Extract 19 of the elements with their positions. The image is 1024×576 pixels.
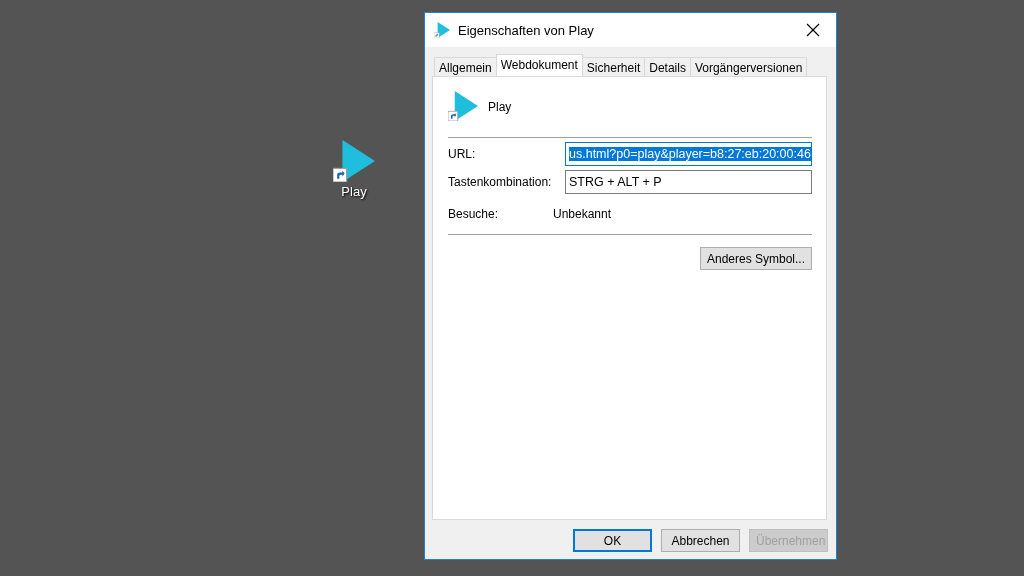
field-label: Tastenkombination: [448, 175, 553, 189]
desktop-icon-label[interactable]: Play [341, 184, 367, 199]
play-shortcut-icon [448, 91, 478, 121]
tab[interactable]: Allgemein [434, 57, 497, 76]
text-field[interactable]: us.html?p0=play&player=b8:27:eb:20:00:46 [565, 142, 812, 166]
item-name: Play [488, 100, 512, 114]
close-icon [806, 23, 820, 37]
change-icon-button[interactable]: Anderes Symbol... [699, 247, 812, 270]
play-icon [434, 22, 450, 38]
tab[interactable]: Webdokument [495, 54, 583, 76]
text-field[interactable]: STRG + ALT + P [565, 170, 812, 194]
window-title: Eigenschaften von Play [458, 22, 595, 38]
tab[interactable]: Vorgängerversionen [689, 57, 808, 76]
dialog-button[interactable]: OK [573, 529, 652, 552]
play-shortcut-icon [333, 140, 375, 182]
field-label: URL: [448, 147, 477, 161]
field-value: Unbekannt [553, 207, 613, 221]
field-label: Besuche: [448, 207, 500, 221]
dialog-button[interactable]: Abbrechen [661, 529, 740, 552]
